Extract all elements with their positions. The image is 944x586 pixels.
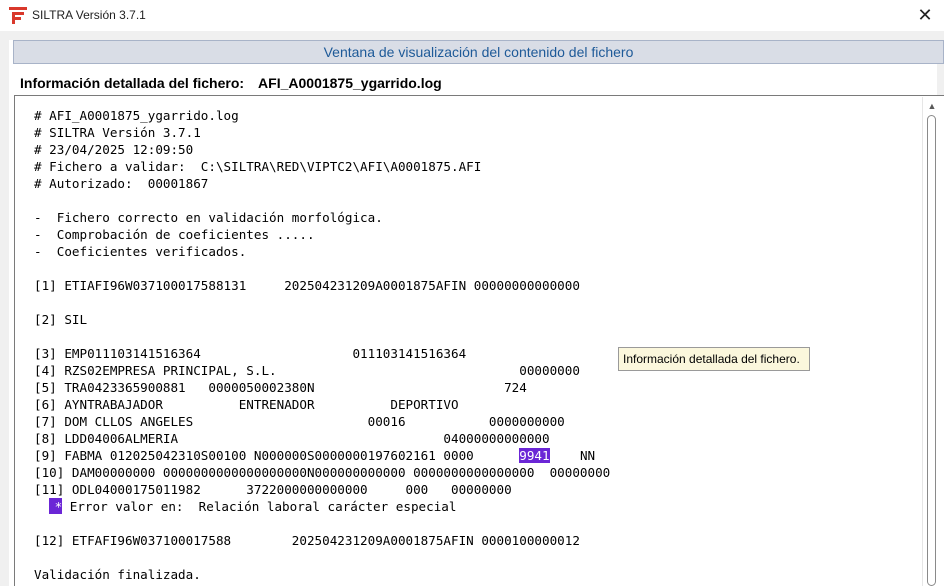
log-line-9: [9] FABMA 012025042310S00100 N000000S000… [34, 447, 610, 464]
log-line: # AFI_A0001875_ygarrido.log [34, 108, 239, 123]
log-line: [1] ETIAFI96W037100017588131 20250423120… [34, 278, 580, 293]
log-line: # Fichero a validar: C:\SILTRA\RED\VIPTC… [34, 159, 482, 174]
error-value-highlight: 9941 [519, 448, 550, 463]
file-detail-label: Información detallada del fichero: [20, 75, 245, 91]
error-marker: * [49, 498, 63, 514]
tooltip: Información detallada del fichero. [618, 347, 810, 371]
vertical-scrollbar[interactable]: ▲ [922, 97, 941, 586]
close-icon[interactable]: ✕ [906, 1, 944, 30]
log-line: [7] DOM CLLOS ANGELES 00016 0000000000 [34, 414, 565, 429]
window-titlebar: SILTRA Versión 3.7.1 ✕ [0, 0, 944, 31]
log-line: - Coeficientes verificados. [34, 244, 247, 259]
log-line: [6] AYNTRABAJADOR ENTRENADOR DEPORTIVO [34, 397, 459, 412]
log-line: # 23/04/2025 12:09:50 [34, 142, 194, 157]
log-line: # SILTRA Versión 3.7.1 [34, 125, 201, 140]
log-text: # AFI_A0001875_ygarrido.log # SILTRA Vers… [34, 107, 610, 583]
log-line: [3] EMP011103141516364 011103141516364 [34, 346, 467, 361]
log-line: [10] DAM00000000 0000000000000000000N000… [34, 465, 611, 480]
window-frame-left [0, 31, 9, 586]
log-final-line: Validación finalizada. [34, 567, 201, 582]
file-detail-filename: AFI_A0001875_ygarrido.log [258, 75, 442, 91]
log-line: [12] ETFAFI96W037100017588 202504231209A… [34, 533, 580, 548]
log-line-9-suffix: NN [549, 448, 596, 463]
file-detail-heading: Información detallada del fichero: AFI_A0… [20, 75, 442, 91]
scroll-up-arrow-icon[interactable]: ▲ [923, 97, 941, 115]
panel-header: Ventana de visualización del contenido d… [13, 40, 944, 64]
log-line: - Comprobación de coeficientes ..... [34, 227, 315, 242]
scrollbar-thumb[interactable] [927, 115, 936, 586]
log-line: [2] SIL [34, 312, 88, 327]
log-error-line: * Error valor en: Relación laboral carác… [34, 498, 610, 515]
log-line: [11] ODL04000175011982 3722000000000000 … [34, 482, 512, 497]
log-line: [5] TRA0423365900881 0000050002380N 724 [34, 380, 527, 395]
log-line: [8] LDD04006ALMERIA 04000000000000 [34, 431, 550, 446]
log-line: # Autorizado: 00001867 [34, 176, 209, 191]
window-frame-top [9, 31, 937, 40]
error-message: Error valor en: Relación laboral carácte… [62, 499, 457, 514]
log-line-9-prefix: [9] FABMA 012025042310S00100 N000000S000… [34, 448, 520, 463]
window-title: SILTRA Versión 3.7.1 [32, 8, 146, 22]
log-line: - Fichero correcto en validación morfoló… [34, 210, 383, 225]
log-line: [4] RZS02EMPRESA PRINCIPAL, S.L. 0000000… [34, 363, 580, 378]
siltra-logo-icon [9, 7, 27, 24]
